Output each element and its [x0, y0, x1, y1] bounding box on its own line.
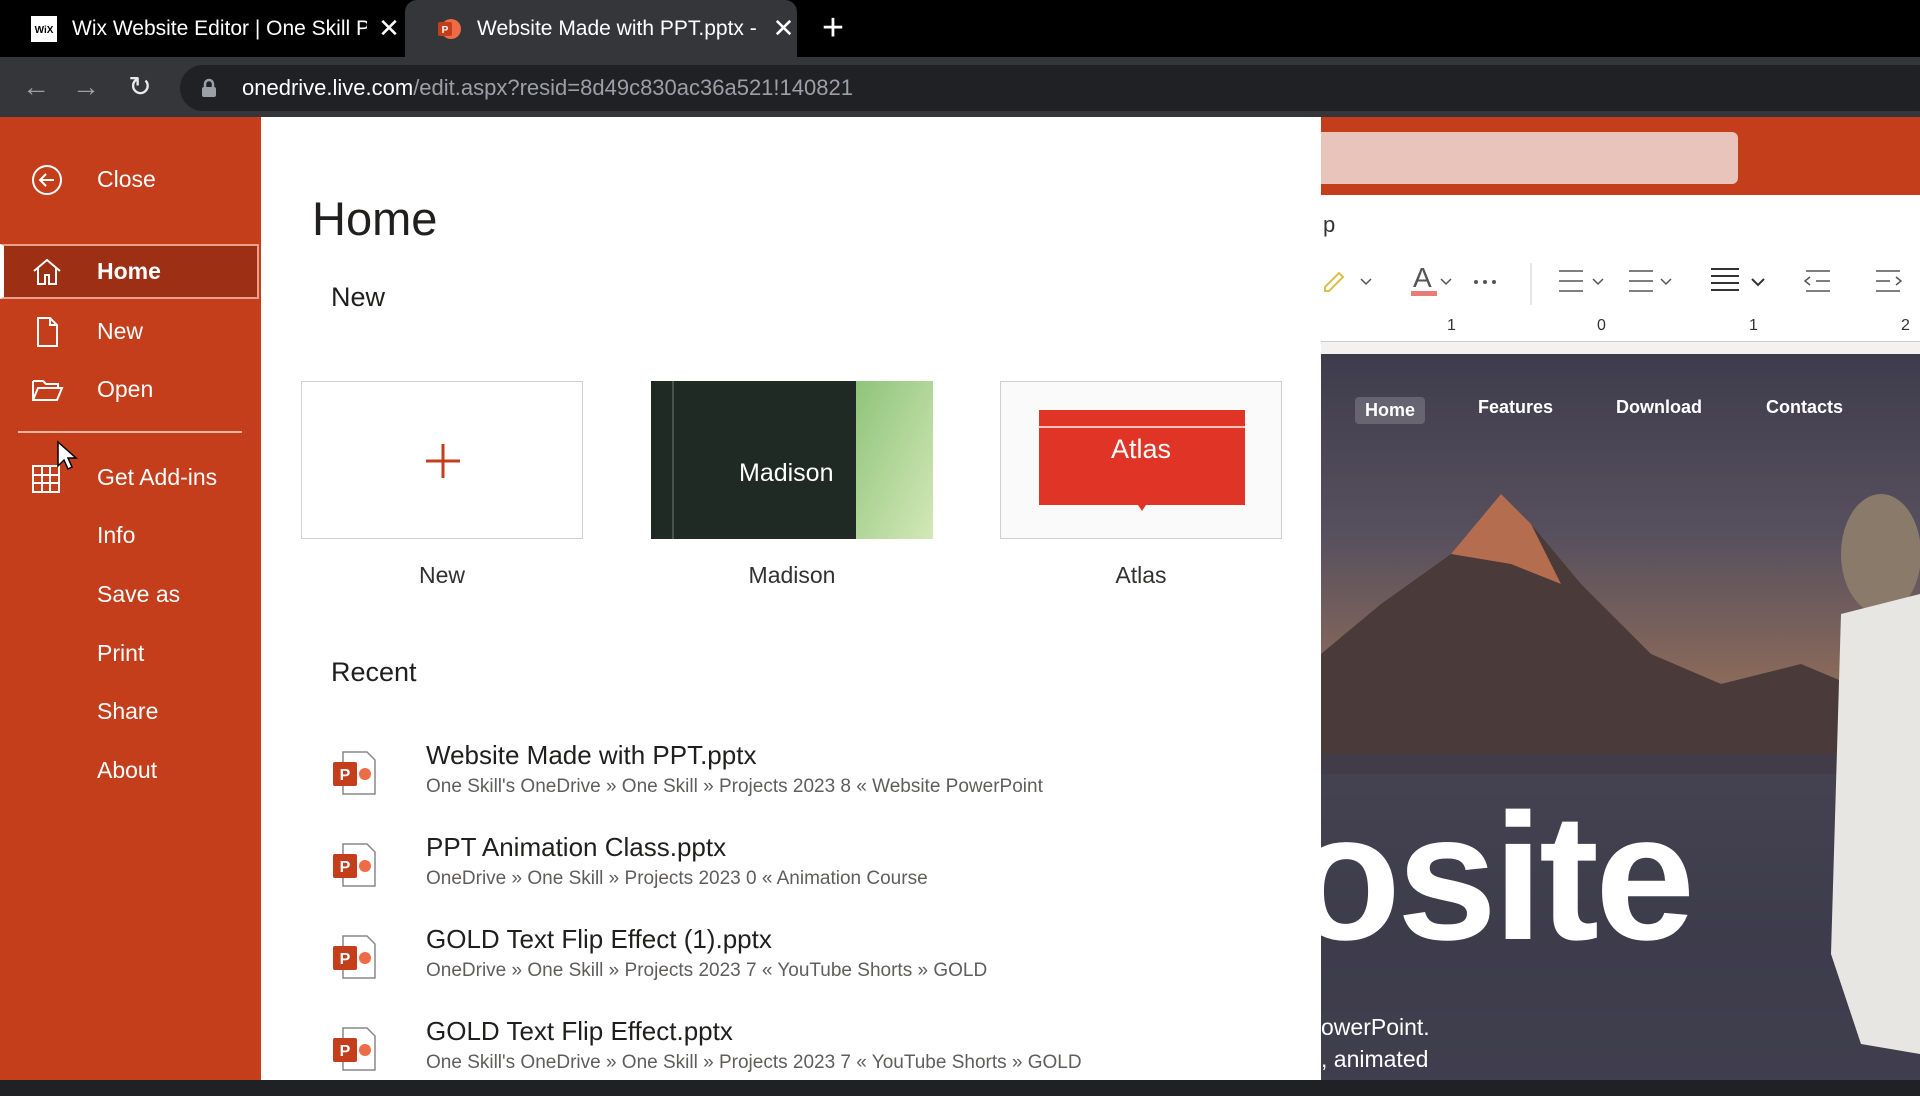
- sidebar-item-new[interactable]: New: [0, 304, 261, 359]
- svg-text:P: P: [340, 951, 351, 968]
- template-label: Madison: [748, 562, 836, 588]
- recent-file-path: OneDrive » One Skill » Projects 2023 7 «…: [426, 960, 988, 981]
- powerpoint-file-icon: P: [333, 1027, 376, 1071]
- browser-tab-wix[interactable]: WiX Wix Website Editor | One Skill Po ✕: [0, 0, 405, 57]
- recent-file-item[interactable]: P GOLD Text Flip Effect (1).pptx OneDriv…: [331, 924, 1271, 1004]
- back-arrow-icon: [32, 164, 62, 195]
- svg-text:P: P: [340, 1043, 351, 1060]
- madison-thumb-text: Madison: [739, 459, 834, 487]
- editor-search-box: [1321, 132, 1738, 184]
- atlas-thumb-text: Atlas: [1111, 434, 1172, 464]
- template-atlas[interactable]: Atlas: [1000, 381, 1282, 539]
- new-section-heading: New: [331, 282, 386, 312]
- svg-text:A: A: [1413, 262, 1432, 293]
- sidebar-item-save-as[interactable]: Save as: [0, 567, 261, 622]
- slide-canvas: Home Features Download Contacts osite ow…: [1321, 354, 1920, 1080]
- sidebar-item-label: About: [97, 757, 158, 783]
- page-title: Home: [312, 192, 438, 245]
- home-panel: Home New New Madison Madison Atlas Atlas…: [261, 117, 1321, 1080]
- sidebar-item-label: Save as: [97, 581, 181, 607]
- sidebar-item-label: Print: [97, 640, 145, 666]
- slide-nav-home: Home: [1355, 397, 1426, 424]
- sidebar-divider: [18, 431, 242, 433]
- sidebar-item-label: Get Add-ins: [97, 464, 218, 490]
- ruler-label: 1: [1447, 317, 1456, 334]
- formatting-toolbar: A: [1324, 262, 1903, 305]
- recent-file-item[interactable]: P PPT Animation Class.pptx OneDrive » On…: [331, 832, 1271, 912]
- url-path: /edit.aspx?resid=8d49c830ac36a521!140821: [413, 75, 853, 100]
- tab-title: Website Made with PPT.pptx - M: [477, 16, 762, 40]
- sidebar-item-share[interactable]: Share: [0, 684, 261, 739]
- recent-file-path: One Skill's OneDrive » One Skill » Proje…: [426, 1052, 1082, 1073]
- recent-file-path: One Skill's OneDrive » One Skill » Proje…: [426, 776, 1043, 797]
- svg-text:P: P: [340, 767, 351, 784]
- tab-close-icon[interactable]: ✕: [375, 13, 403, 43]
- recent-section-heading: Recent: [331, 657, 417, 687]
- close-button[interactable]: Close: [0, 152, 261, 207]
- address-bar[interactable]: onedrive.live.com/edit.aspx?resid=8d49c8…: [180, 65, 1920, 111]
- slide-subtext-fragment: , animated: [1321, 1046, 1429, 1072]
- recent-file-name: PPT Animation Class.pptx: [426, 832, 727, 862]
- template-label: Atlas: [1115, 562, 1167, 588]
- ruler-label: 0: [1597, 317, 1606, 334]
- svg-text:WiX: WiX: [35, 25, 54, 36]
- url-host: onedrive.live.com: [242, 75, 414, 100]
- slide-nav-contacts: Contacts: [1766, 397, 1844, 417]
- template-madison[interactable]: Madison: [651, 381, 933, 539]
- recent-file-item[interactable]: P Website Made with PPT.pptx One Skill's…: [331, 740, 1271, 820]
- slide-nav-features: Features: [1478, 397, 1554, 417]
- recent-file-path: OneDrive » One Skill » Projects 2023 0 «…: [426, 868, 928, 889]
- sidebar-item-print[interactable]: Print: [0, 626, 261, 681]
- sidebar-item-label: Home: [97, 258, 161, 284]
- forward-icon[interactable]: →: [68, 69, 104, 105]
- new-tab-button[interactable]: +: [815, 9, 851, 47]
- back-icon[interactable]: ←: [18, 69, 54, 105]
- browser-tab-bar: WiX Wix Website Editor | One Skill Po ✕ …: [0, 0, 1920, 57]
- ruler: 1 0 1 2: [1321, 312, 1920, 342]
- wix-icon: WiX: [30, 15, 58, 43]
- slide-heading-fragment: osite: [1321, 777, 1695, 978]
- powerpoint-file-icon: P: [333, 843, 376, 887]
- sidebar-item-home[interactable]: Home: [0, 244, 259, 299]
- tab-title: Wix Website Editor | One Skill Po: [72, 16, 367, 40]
- sidebar-item-label: Info: [97, 522, 136, 548]
- backstage-sidebar: Close Home New Open Get Add-ins Info Sav…: [0, 117, 261, 1080]
- background-editor: p A 1 0 1 2 Home Features Download Conta…: [1321, 117, 1920, 1080]
- sidebar-item-label: New: [97, 318, 144, 344]
- sidebar-item-about[interactable]: About: [0, 743, 261, 798]
- sidebar-item-get-add-ins[interactable]: Get Add-ins: [0, 450, 261, 505]
- reload-icon[interactable]: ↻: [122, 69, 158, 105]
- powerpoint-file-icon: P: [333, 751, 376, 795]
- template-label: New: [418, 562, 465, 588]
- powerpoint-file-icon: P: [333, 935, 376, 979]
- svg-text:P: P: [442, 25, 449, 36]
- close-label: Close: [97, 166, 156, 192]
- recent-file-name: GOLD Text Flip Effect.pptx: [426, 1016, 733, 1046]
- home-icon: [33, 258, 61, 285]
- new-file-icon: [37, 316, 58, 347]
- folder-open-icon: [32, 379, 64, 401]
- recent-file-name: Website Made with PPT.pptx: [426, 740, 757, 770]
- ruler-label: 2: [1901, 317, 1910, 334]
- sidebar-item-label: Share: [97, 698, 159, 724]
- template-blank-new[interactable]: [301, 381, 583, 539]
- sidebar-item-label: Open: [97, 376, 154, 402]
- slide-subtext-fragment: owerPoint.: [1321, 1014, 1430, 1040]
- recent-file-item[interactable]: P GOLD Text Flip Effect.pptx One Skill's…: [331, 1016, 1271, 1096]
- browser-toolbar: ← → ↻ onedrive.live.com/edit.aspx?resid=…: [0, 57, 1920, 117]
- sidebar-item-info[interactable]: Info: [0, 508, 261, 563]
- sidebar-item-open[interactable]: Open: [0, 362, 261, 417]
- mouse-cursor-icon: [57, 440, 78, 471]
- plus-icon: [426, 444, 460, 478]
- tab-close-icon[interactable]: ✕: [770, 13, 797, 43]
- recent-file-name: GOLD Text Flip Effect (1).pptx: [426, 924, 772, 954]
- slide-nav-download: Download: [1616, 397, 1702, 417]
- svg-text:P: P: [340, 859, 351, 876]
- ribbon-tab-fragment: p: [1323, 212, 1336, 237]
- browser-tab-powerpoint[interactable]: P Website Made with PPT.pptx - M ✕: [405, 0, 797, 57]
- powerpoint-icon: P: [435, 15, 463, 43]
- lock-icon: [202, 78, 216, 97]
- ruler-label: 1: [1749, 317, 1758, 334]
